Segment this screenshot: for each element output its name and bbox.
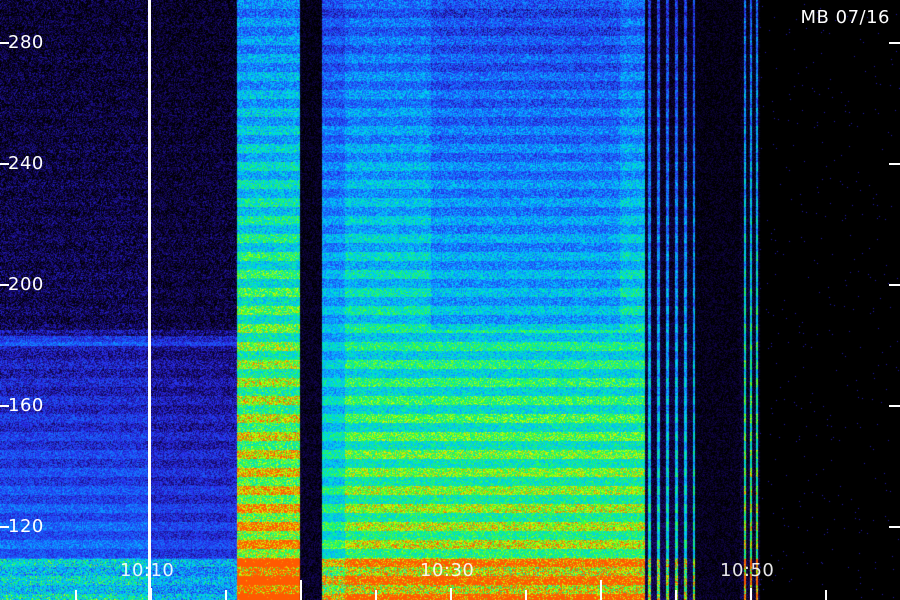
y-label-200: 200 [8, 274, 44, 295]
y-tick-right [889, 526, 900, 528]
x-tick [375, 590, 377, 600]
y-label-280: 280 [8, 32, 44, 53]
y-tick-left [0, 284, 9, 286]
x-tick [750, 588, 752, 600]
x-label-1030: 10:30 [420, 560, 475, 581]
y-tick-left [0, 405, 9, 407]
x-label-1010: 10:10 [120, 560, 175, 581]
time-marker-line [148, 0, 151, 600]
y-tick-left [0, 526, 9, 528]
y-tick-right [889, 163, 900, 165]
x-tick [225, 590, 227, 600]
y-label-240: 240 [8, 153, 44, 174]
spectrogram-view: 280 240 200 160 120 10:10 10:30 10:50 MB… [0, 0, 900, 600]
y-tick-right [889, 284, 900, 286]
station-date-label: MB 07/16 [800, 7, 890, 28]
y-tick-right [889, 42, 900, 44]
x-tick [600, 580, 602, 600]
y-tick-left [0, 163, 9, 165]
x-tick [525, 590, 527, 600]
y-tick-right [889, 405, 900, 407]
x-tick [75, 590, 77, 600]
spectrogram-image [0, 0, 900, 600]
y-label-160: 160 [8, 395, 44, 416]
x-tick [450, 588, 452, 600]
x-tick [300, 580, 302, 600]
x-tick [825, 590, 827, 600]
y-tick-left [0, 42, 9, 44]
x-tick [150, 588, 152, 600]
x-label-1050: 10:50 [720, 560, 775, 581]
x-tick [675, 590, 677, 600]
y-label-120: 120 [8, 516, 44, 537]
